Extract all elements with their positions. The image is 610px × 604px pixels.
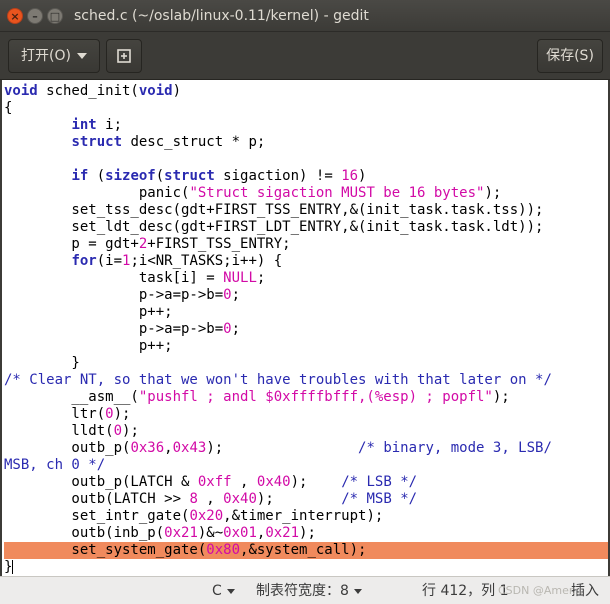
code-line[interactable]: set_intr_gate(0x20,&timer_interrupt); [4, 508, 383, 525]
minimize-icon: – [32, 10, 38, 23]
minimize-window-button[interactable]: – [27, 8, 43, 24]
code-line[interactable]: void sched_init(void) [4, 83, 181, 100]
tab-width-selector[interactable]: 制表符宽度：8 [256, 583, 362, 599]
title-bar: × – □ sched.c (~/oslab/linux-0.11/kernel… [0, 0, 610, 32]
new-document-button[interactable] [106, 39, 142, 73]
code-line[interactable]: p = gdt+2+FIRST_TSS_ENTRY; [4, 236, 290, 253]
close-window-button[interactable]: × [7, 8, 23, 24]
open-button-label: 打开(O) [21, 48, 71, 64]
code-line[interactable]: outb(LATCH >> 8 , 0x40); /* MSB */ [4, 491, 417, 508]
header-bar: 打开(O) 保存(S) [0, 32, 610, 80]
tab-width-label: 制表符宽度：8 [256, 583, 349, 599]
maximize-window-button[interactable]: □ [47, 8, 63, 24]
code-line[interactable]: __asm__("pushfl ; andl $0xffffbfff,(%esp… [4, 389, 509, 406]
save-button[interactable]: 保存(S) [537, 39, 603, 73]
watermark: CSDN @Amer... [498, 584, 583, 597]
code-line[interactable]: p++; [4, 338, 173, 355]
code-line[interactable]: outb_p(0x36,0x43); /* binary, mode 3, LS… [4, 440, 551, 457]
code-line[interactable]: panic("Struct sigaction MUST be 16 bytes… [4, 185, 501, 202]
code-line[interactable]: int i; [4, 117, 122, 134]
code-line[interactable]: task[i] = NULL; [4, 270, 265, 287]
code-line[interactable]: ltr(0); [4, 406, 130, 423]
code-line[interactable]: if (sizeof(struct sigaction) != 16) [4, 168, 366, 185]
chevron-down-icon [226, 588, 235, 594]
code-line[interactable]: lldt(0); [4, 423, 138, 440]
open-button[interactable]: 打开(O) [8, 39, 100, 73]
new-document-icon [117, 49, 131, 63]
language-selector[interactable]: C [212, 583, 235, 599]
status-bar: C 制表符宽度：8 行 412，列 1 插入 CSDN @Amer... [0, 576, 610, 604]
close-icon: × [10, 10, 20, 23]
code-line[interactable]: p->a=p->b=0; [4, 321, 240, 338]
code-line[interactable]: set_ldt_desc(gdt+FIRST_LDT_ENTRY,&(init_… [4, 219, 543, 236]
code-editor[interactable]: void sched_init(void){ int i; struct des… [0, 80, 610, 576]
cursor-position: 行 412，列 1 [422, 583, 509, 599]
code-line[interactable]: outb(inb_p(0x21)&~0x01,0x21); [4, 525, 315, 542]
code-line[interactable]: /* Clear NT, so that we won't have troub… [4, 372, 552, 389]
code-line[interactable]: MSB, ch 0 */ [4, 457, 105, 474]
code-line[interactable]: p++; [4, 304, 173, 321]
code-line[interactable]: } [4, 355, 79, 372]
code-line[interactable]: p->a=p->b=0; [4, 287, 240, 304]
chevron-down-icon [353, 588, 362, 594]
code-line-current[interactable]: set_system_gate(0x80,&system_call); [4, 542, 608, 559]
code-line[interactable]: struct desc_struct * p; [4, 134, 265, 151]
maximize-icon: □ [49, 10, 61, 23]
code-line[interactable]: { [4, 100, 12, 117]
code-line[interactable]: outb_p(LATCH & 0xff , 0x40); /* LSB */ [4, 474, 417, 491]
code-line[interactable]: set_tss_desc(gdt+FIRST_TSS_ENTRY,&(init_… [4, 202, 543, 219]
chevron-down-icon [76, 53, 87, 59]
code-line[interactable]: for(i=1;i<NR_TASKS;i++) { [4, 253, 282, 270]
code-line[interactable]: } [4, 559, 14, 576]
language-label: C [212, 583, 222, 599]
save-button-label: 保存(S) [546, 48, 594, 64]
window-title: sched.c (~/oslab/linux-0.11/kernel) - ge… [74, 8, 369, 24]
text-cursor [12, 560, 14, 574]
